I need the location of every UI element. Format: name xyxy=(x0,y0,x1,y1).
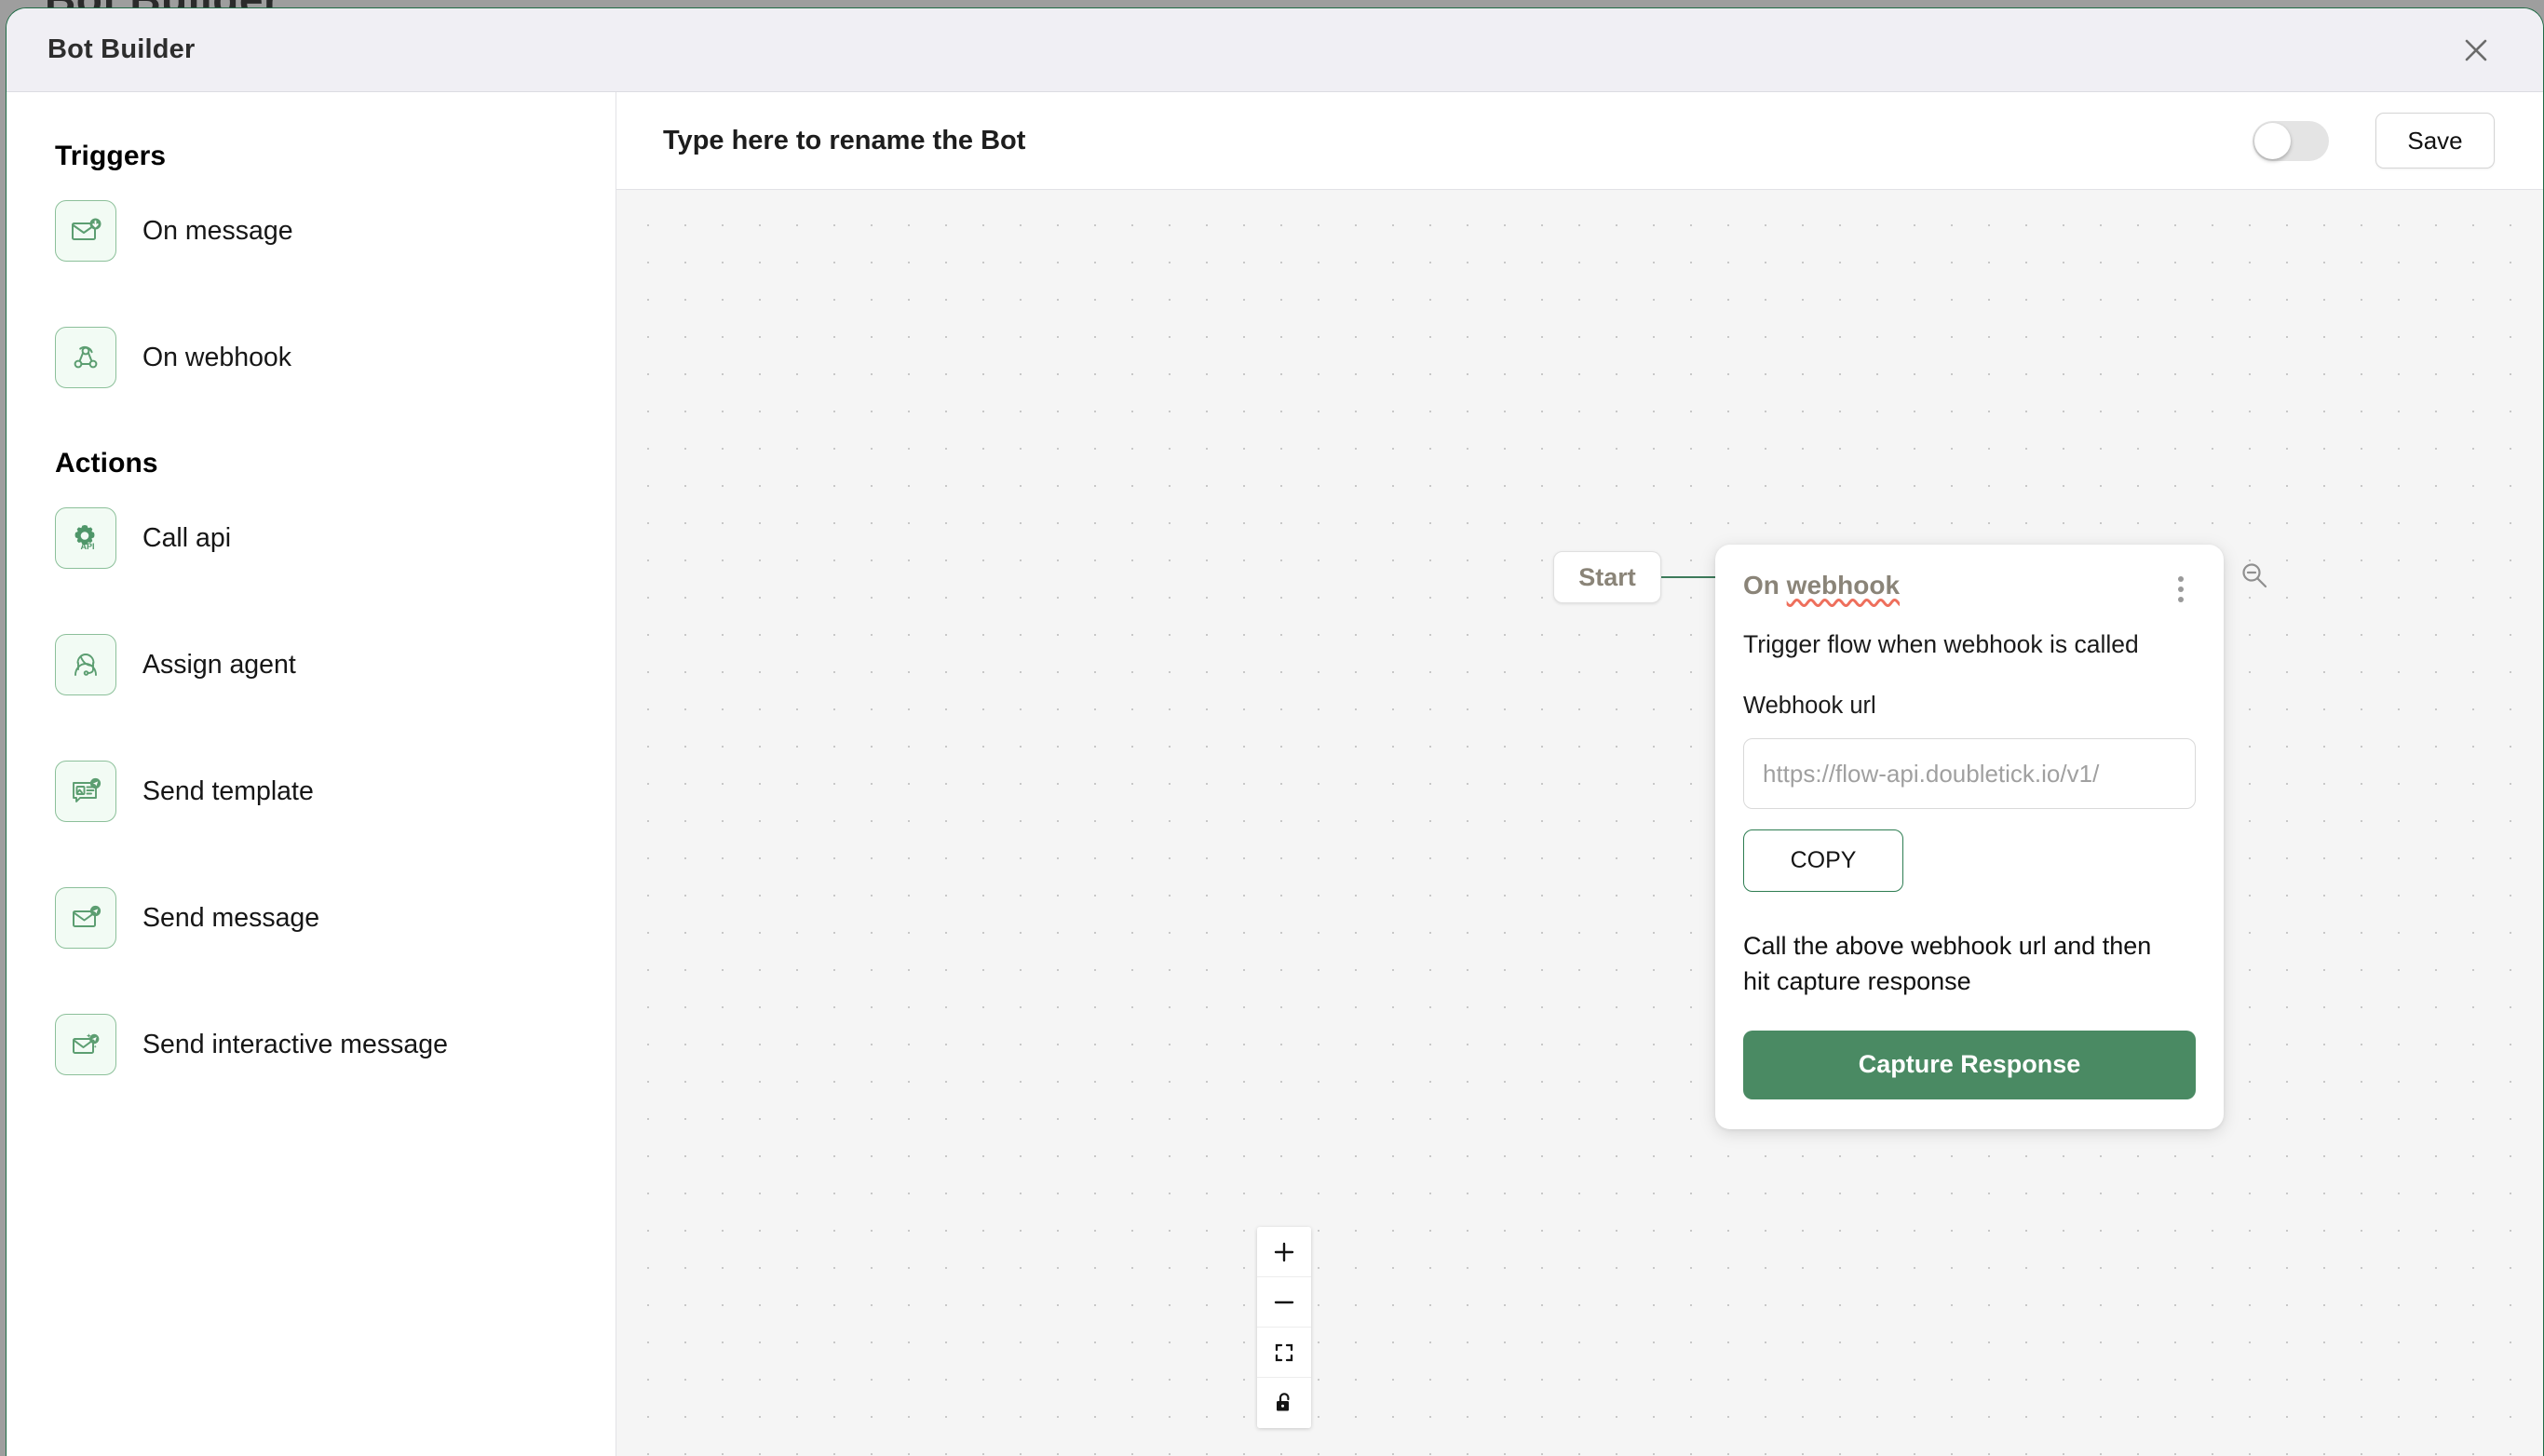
palette-item-on-message[interactable]: On message xyxy=(55,195,616,267)
palette-item-on-webhook[interactable]: On webhook xyxy=(55,321,616,394)
fit-view-button[interactable] xyxy=(1257,1328,1311,1378)
modal-header: Bot Builder xyxy=(7,8,2543,92)
kebab-dot xyxy=(2178,576,2184,582)
webhook-node-description: Trigger flow when webhook is called xyxy=(1743,630,2139,658)
palette-item-call-api[interactable]: API Call api xyxy=(55,502,616,574)
webhook-node-title-prefix: On xyxy=(1743,571,1787,600)
modal-body: Triggers On message On webhook Actions A… xyxy=(7,92,2543,1456)
bot-name-input[interactable] xyxy=(663,125,2253,156)
webhook-node-header: On webhook xyxy=(1743,571,2196,606)
close-icon xyxy=(2465,39,2487,61)
palette-item-label: Send template xyxy=(142,775,314,806)
copy-webhook-url-button[interactable]: COPY xyxy=(1743,829,1903,893)
edge-start-to-webhook xyxy=(1661,576,1719,578)
palette-item-label: On message xyxy=(142,215,293,246)
webhook-node-title-word: webhook xyxy=(1786,571,1901,600)
webhook-node-hint: Call the above webhook url and then hit … xyxy=(1743,932,2152,995)
bot-builder-modal: Bot Builder Triggers On message On webho… xyxy=(6,7,2544,1456)
canvas-controls xyxy=(1257,1227,1311,1428)
palette-sidebar: Triggers On message On webhook Actions A… xyxy=(7,92,616,1456)
kebab-dot xyxy=(2178,597,2184,602)
palette-item-label: Send message xyxy=(142,902,320,933)
capture-response-button[interactable]: Capture Response xyxy=(1743,1030,2196,1099)
minus-icon xyxy=(1274,1301,1294,1303)
lock-icon xyxy=(1277,1393,1290,1411)
publish-toggle[interactable] xyxy=(2253,120,2329,161)
gear-api-icon: API xyxy=(55,507,116,569)
start-node[interactable]: Start xyxy=(1553,551,1661,603)
palette-item-label: On webhook xyxy=(142,342,292,372)
webhook-icon xyxy=(55,327,116,388)
svg-text:API: API xyxy=(80,542,94,551)
builder-right-pane: Save Start On webhook Trigger flow when … xyxy=(616,92,2543,1456)
envelope-sparkle-send-icon xyxy=(55,1014,116,1075)
kebab-menu-icon[interactable] xyxy=(2166,573,2196,606)
flow-canvas[interactable]: Start On webhook Trigger flow when webho… xyxy=(616,190,2543,1456)
webhook-url-label: Webhook url xyxy=(1743,693,1876,720)
plus-icon xyxy=(1274,1242,1294,1261)
palette-item-label: Call api xyxy=(142,522,232,553)
fit-view-icon xyxy=(1275,1343,1293,1361)
modal-title: Bot Builder xyxy=(47,34,196,64)
webhook-url-input[interactable] xyxy=(1743,738,2196,810)
palette-item-label: Assign agent xyxy=(142,649,296,680)
zoom-in-button[interactable] xyxy=(1257,1227,1311,1277)
palette-item-label: Send interactive message xyxy=(142,1029,448,1059)
template-send-icon xyxy=(55,761,116,822)
canvas-topbar: Save xyxy=(616,92,2543,190)
headset-agent-icon xyxy=(55,634,116,695)
palette-item-send-message[interactable]: Send message xyxy=(55,882,616,954)
toggle-interactivity-button[interactable] xyxy=(1257,1378,1311,1428)
palette-item-send-template[interactable]: Send template xyxy=(55,755,616,828)
zoom-out-icon[interactable] xyxy=(2237,558,2274,595)
envelope-send-icon xyxy=(55,887,116,949)
kebab-dot xyxy=(2178,586,2184,592)
section-title-actions: Actions xyxy=(55,448,158,479)
section-title-triggers: Triggers xyxy=(55,141,167,171)
toggle-knob xyxy=(2254,122,2291,159)
close-button[interactable] xyxy=(2452,26,2500,74)
palette-item-send-interactive-message[interactable]: Send interactive message xyxy=(55,1008,616,1081)
palette-item-assign-agent[interactable]: Assign agent xyxy=(55,628,616,701)
zoom-out-button[interactable] xyxy=(1257,1277,1311,1328)
save-button[interactable]: Save xyxy=(2375,113,2495,169)
envelope-download-icon xyxy=(55,200,116,262)
webhook-node-title: On webhook xyxy=(1743,571,1900,600)
webhook-node-card[interactable]: On webhook Trigger flow when webhook is … xyxy=(1715,545,2224,1129)
